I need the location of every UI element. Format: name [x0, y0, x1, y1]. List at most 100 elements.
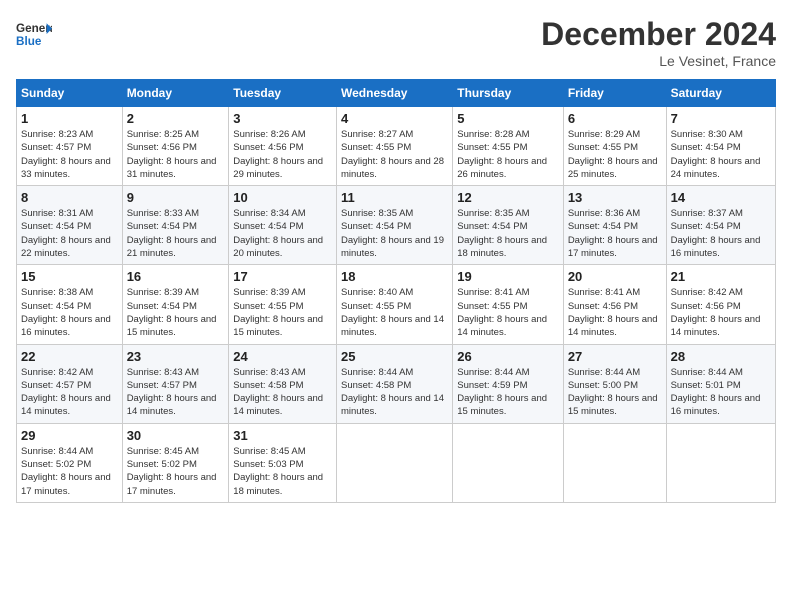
- day-cell-4: 4 Sunrise: 8:27 AMSunset: 4:55 PMDayligh…: [337, 107, 453, 186]
- day-cell-30: 30 Sunrise: 8:45 AMSunset: 5:02 PMDaylig…: [122, 423, 229, 502]
- empty-cell: [563, 423, 666, 502]
- day-info-4: Sunrise: 8:27 AMSunset: 4:55 PMDaylight:…: [341, 129, 444, 180]
- calendar-week-row: 1 Sunrise: 8:23 AMSunset: 4:57 PMDayligh…: [17, 107, 776, 186]
- day-number-23: 23: [127, 349, 225, 364]
- col-tuesday: Tuesday: [229, 80, 337, 107]
- calendar-week-row: 8 Sunrise: 8:31 AMSunset: 4:54 PMDayligh…: [17, 186, 776, 265]
- day-number-27: 27: [568, 349, 662, 364]
- day-cell-23: 23 Sunrise: 8:43 AMSunset: 4:57 PMDaylig…: [122, 344, 229, 423]
- day-info-26: Sunrise: 8:44 AMSunset: 4:59 PMDaylight:…: [457, 367, 547, 418]
- day-number-13: 13: [568, 190, 662, 205]
- day-info-2: Sunrise: 8:25 AMSunset: 4:56 PMDaylight:…: [127, 129, 217, 180]
- day-info-22: Sunrise: 8:42 AMSunset: 4:57 PMDaylight:…: [21, 367, 111, 418]
- calendar-week-row: 29 Sunrise: 8:44 AMSunset: 5:02 PMDaylig…: [17, 423, 776, 502]
- day-number-14: 14: [671, 190, 771, 205]
- day-info-3: Sunrise: 8:26 AMSunset: 4:56 PMDaylight:…: [233, 129, 323, 180]
- col-thursday: Thursday: [453, 80, 564, 107]
- day-cell-10: 10 Sunrise: 8:34 AMSunset: 4:54 PMDaylig…: [229, 186, 337, 265]
- col-saturday: Saturday: [666, 80, 775, 107]
- day-info-25: Sunrise: 8:44 AMSunset: 4:58 PMDaylight:…: [341, 367, 444, 418]
- day-info-27: Sunrise: 8:44 AMSunset: 5:00 PMDaylight:…: [568, 367, 658, 418]
- day-number-26: 26: [457, 349, 559, 364]
- day-cell-24: 24 Sunrise: 8:43 AMSunset: 4:58 PMDaylig…: [229, 344, 337, 423]
- day-number-25: 25: [341, 349, 448, 364]
- day-cell-5: 5 Sunrise: 8:28 AMSunset: 4:55 PMDayligh…: [453, 107, 564, 186]
- day-cell-27: 27 Sunrise: 8:44 AMSunset: 5:00 PMDaylig…: [563, 344, 666, 423]
- title-block: December 2024 Le Vesinet, France: [541, 16, 776, 69]
- day-info-13: Sunrise: 8:36 AMSunset: 4:54 PMDaylight:…: [568, 208, 658, 259]
- day-number-1: 1: [21, 111, 118, 126]
- day-cell-2: 2 Sunrise: 8:25 AMSunset: 4:56 PMDayligh…: [122, 107, 229, 186]
- day-info-24: Sunrise: 8:43 AMSunset: 4:58 PMDaylight:…: [233, 367, 323, 418]
- day-info-21: Sunrise: 8:42 AMSunset: 4:56 PMDaylight:…: [671, 287, 761, 338]
- day-info-6: Sunrise: 8:29 AMSunset: 4:55 PMDaylight:…: [568, 129, 658, 180]
- day-info-11: Sunrise: 8:35 AMSunset: 4:54 PMDaylight:…: [341, 208, 444, 259]
- day-cell-1: 1 Sunrise: 8:23 AMSunset: 4:57 PMDayligh…: [17, 107, 123, 186]
- month-title: December 2024: [541, 16, 776, 53]
- day-cell-18: 18 Sunrise: 8:40 AMSunset: 4:55 PMDaylig…: [337, 265, 453, 344]
- day-info-9: Sunrise: 8:33 AMSunset: 4:54 PMDaylight:…: [127, 208, 217, 259]
- day-cell-11: 11 Sunrise: 8:35 AMSunset: 4:54 PMDaylig…: [337, 186, 453, 265]
- day-number-4: 4: [341, 111, 448, 126]
- day-cell-20: 20 Sunrise: 8:41 AMSunset: 4:56 PMDaylig…: [563, 265, 666, 344]
- day-number-5: 5: [457, 111, 559, 126]
- day-number-17: 17: [233, 269, 332, 284]
- day-cell-25: 25 Sunrise: 8:44 AMSunset: 4:58 PMDaylig…: [337, 344, 453, 423]
- day-number-8: 8: [21, 190, 118, 205]
- day-cell-22: 22 Sunrise: 8:42 AMSunset: 4:57 PMDaylig…: [17, 344, 123, 423]
- calendar-table: Sunday Monday Tuesday Wednesday Thursday…: [16, 79, 776, 503]
- day-info-20: Sunrise: 8:41 AMSunset: 4:56 PMDaylight:…: [568, 287, 658, 338]
- col-wednesday: Wednesday: [337, 80, 453, 107]
- day-cell-17: 17 Sunrise: 8:39 AMSunset: 4:55 PMDaylig…: [229, 265, 337, 344]
- calendar-week-row: 22 Sunrise: 8:42 AMSunset: 4:57 PMDaylig…: [17, 344, 776, 423]
- day-cell-26: 26 Sunrise: 8:44 AMSunset: 4:59 PMDaylig…: [453, 344, 564, 423]
- day-number-22: 22: [21, 349, 118, 364]
- day-cell-3: 3 Sunrise: 8:26 AMSunset: 4:56 PMDayligh…: [229, 107, 337, 186]
- day-cell-9: 9 Sunrise: 8:33 AMSunset: 4:54 PMDayligh…: [122, 186, 229, 265]
- day-number-12: 12: [457, 190, 559, 205]
- day-cell-6: 6 Sunrise: 8:29 AMSunset: 4:55 PMDayligh…: [563, 107, 666, 186]
- day-number-2: 2: [127, 111, 225, 126]
- day-cell-16: 16 Sunrise: 8:39 AMSunset: 4:54 PMDaylig…: [122, 265, 229, 344]
- day-cell-8: 8 Sunrise: 8:31 AMSunset: 4:54 PMDayligh…: [17, 186, 123, 265]
- day-number-10: 10: [233, 190, 332, 205]
- day-info-16: Sunrise: 8:39 AMSunset: 4:54 PMDaylight:…: [127, 287, 217, 338]
- day-number-15: 15: [21, 269, 118, 284]
- day-info-1: Sunrise: 8:23 AMSunset: 4:57 PMDaylight:…: [21, 129, 111, 180]
- day-info-14: Sunrise: 8:37 AMSunset: 4:54 PMDaylight:…: [671, 208, 761, 259]
- day-info-18: Sunrise: 8:40 AMSunset: 4:55 PMDaylight:…: [341, 287, 444, 338]
- day-info-28: Sunrise: 8:44 AMSunset: 5:01 PMDaylight:…: [671, 367, 761, 418]
- day-info-23: Sunrise: 8:43 AMSunset: 4:57 PMDaylight:…: [127, 367, 217, 418]
- day-info-12: Sunrise: 8:35 AMSunset: 4:54 PMDaylight:…: [457, 208, 547, 259]
- day-number-20: 20: [568, 269, 662, 284]
- day-number-29: 29: [21, 428, 118, 443]
- logo-icon: General Blue: [16, 16, 52, 52]
- day-cell-31: 31 Sunrise: 8:45 AMSunset: 5:03 PMDaylig…: [229, 423, 337, 502]
- day-info-30: Sunrise: 8:45 AMSunset: 5:02 PMDaylight:…: [127, 446, 217, 497]
- day-number-19: 19: [457, 269, 559, 284]
- day-number-6: 6: [568, 111, 662, 126]
- day-number-7: 7: [671, 111, 771, 126]
- day-info-29: Sunrise: 8:44 AMSunset: 5:02 PMDaylight:…: [21, 446, 111, 497]
- day-info-15: Sunrise: 8:38 AMSunset: 4:54 PMDaylight:…: [21, 287, 111, 338]
- day-info-19: Sunrise: 8:41 AMSunset: 4:55 PMDaylight:…: [457, 287, 547, 338]
- day-number-30: 30: [127, 428, 225, 443]
- day-info-8: Sunrise: 8:31 AMSunset: 4:54 PMDaylight:…: [21, 208, 111, 259]
- day-info-17: Sunrise: 8:39 AMSunset: 4:55 PMDaylight:…: [233, 287, 323, 338]
- day-cell-15: 15 Sunrise: 8:38 AMSunset: 4:54 PMDaylig…: [17, 265, 123, 344]
- day-number-31: 31: [233, 428, 332, 443]
- day-cell-7: 7 Sunrise: 8:30 AMSunset: 4:54 PMDayligh…: [666, 107, 775, 186]
- day-number-28: 28: [671, 349, 771, 364]
- day-cell-29: 29 Sunrise: 8:44 AMSunset: 5:02 PMDaylig…: [17, 423, 123, 502]
- col-sunday: Sunday: [17, 80, 123, 107]
- day-cell-21: 21 Sunrise: 8:42 AMSunset: 4:56 PMDaylig…: [666, 265, 775, 344]
- day-number-21: 21: [671, 269, 771, 284]
- col-monday: Monday: [122, 80, 229, 107]
- day-number-3: 3: [233, 111, 332, 126]
- day-info-5: Sunrise: 8:28 AMSunset: 4:55 PMDaylight:…: [457, 129, 547, 180]
- calendar-week-row: 15 Sunrise: 8:38 AMSunset: 4:54 PMDaylig…: [17, 265, 776, 344]
- empty-cell: [337, 423, 453, 502]
- day-info-31: Sunrise: 8:45 AMSunset: 5:03 PMDaylight:…: [233, 446, 323, 497]
- calendar-header-row: Sunday Monday Tuesday Wednesday Thursday…: [17, 80, 776, 107]
- day-cell-12: 12 Sunrise: 8:35 AMSunset: 4:54 PMDaylig…: [453, 186, 564, 265]
